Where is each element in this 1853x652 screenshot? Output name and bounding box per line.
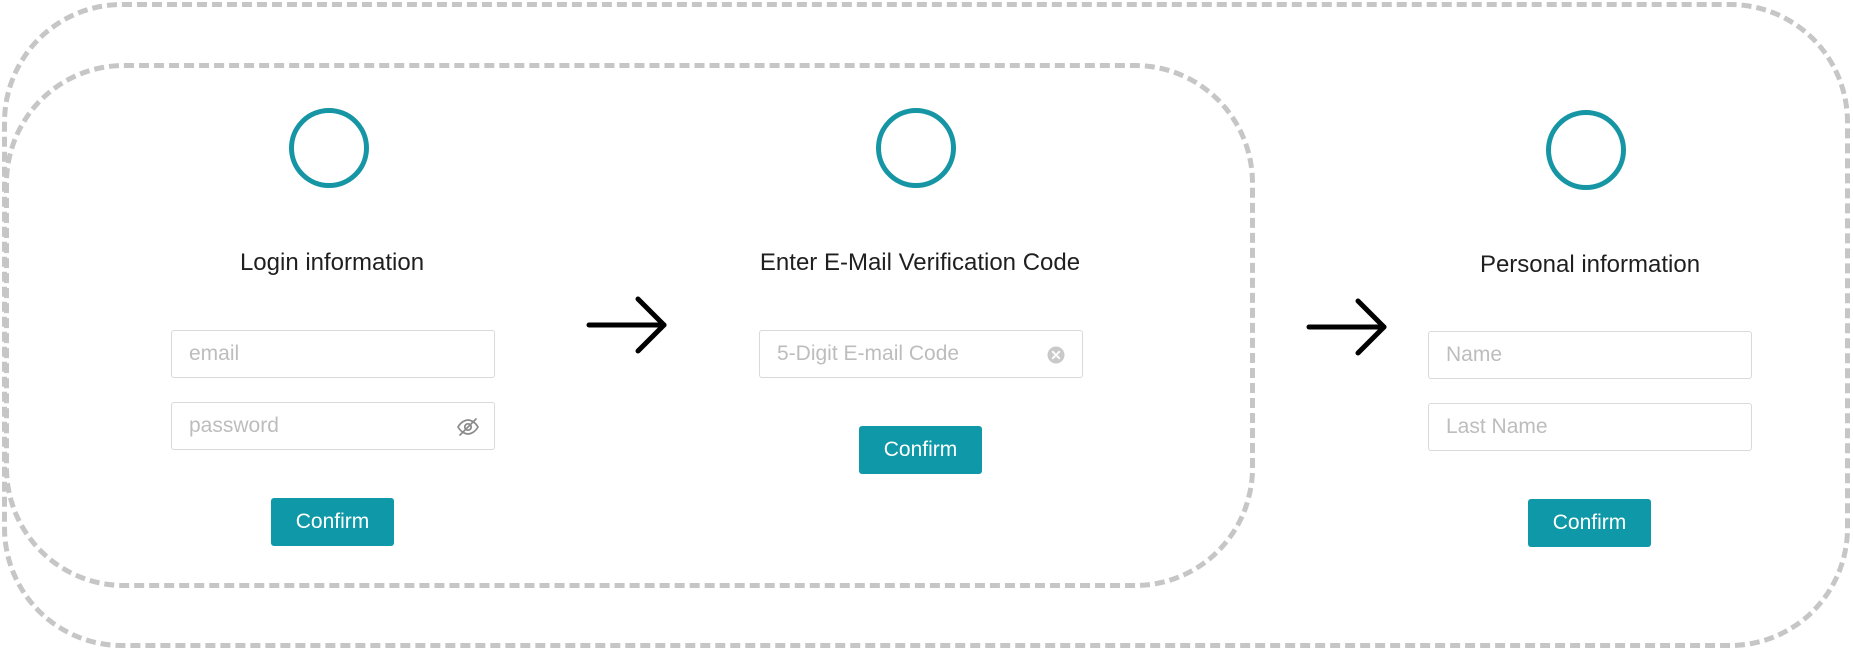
step-login-title: Login information	[239, 249, 425, 276]
last-name-input[interactable]	[1429, 404, 1751, 450]
password-field[interactable]	[171, 402, 495, 450]
email-field[interactable]	[171, 330, 495, 378]
step-personal-title: Personal information	[1479, 251, 1701, 278]
step-login: Login information Confirm	[162, 0, 502, 560]
step-verification: Enter E-Mail Verification Code Confirm	[750, 0, 1090, 560]
step-personal: Personal information Confirm	[1420, 0, 1760, 560]
clear-icon[interactable]	[1044, 343, 1068, 367]
verification-code-input[interactable]	[760, 331, 1082, 377]
first-name-field[interactable]	[1428, 331, 1752, 379]
verification-code-field[interactable]	[759, 330, 1083, 378]
verification-confirm-button[interactable]: Confirm	[859, 426, 982, 474]
step-verification-circle	[876, 108, 956, 188]
personal-confirm-button[interactable]: Confirm	[1528, 499, 1651, 547]
first-name-input[interactable]	[1429, 332, 1751, 378]
login-confirm-button[interactable]: Confirm	[271, 498, 394, 546]
last-name-field[interactable]	[1428, 403, 1752, 451]
eye-slash-icon[interactable]	[456, 415, 480, 439]
arrow-right-icon	[586, 296, 667, 354]
step-verification-title: Enter E-Mail Verification Code	[759, 249, 1081, 276]
step-login-circle	[289, 108, 369, 188]
email-input[interactable]	[172, 331, 494, 377]
step-personal-circle	[1546, 110, 1626, 190]
password-input[interactable]	[172, 403, 494, 449]
arrow-right-icon	[1306, 298, 1387, 356]
